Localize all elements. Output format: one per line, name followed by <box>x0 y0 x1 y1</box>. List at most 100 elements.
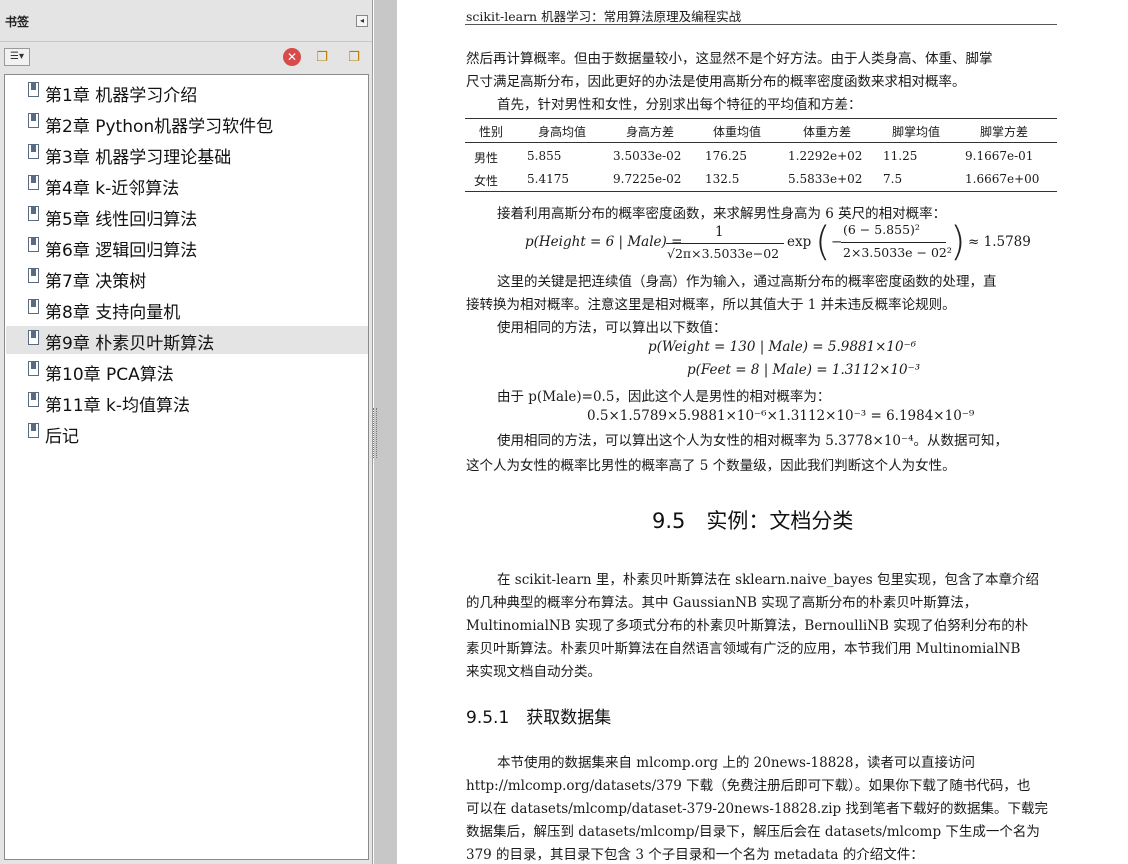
formula-weight: p(Weight = 130 | Male) = 5.9881×10⁻⁶ <box>648 339 917 355</box>
table-cell: 9.1667e-01 <box>965 149 1034 163</box>
bookmark-icon <box>28 113 39 128</box>
bookmark-label: 后记 <box>45 427 79 447</box>
bookmark-item[interactable]: 第5章 线性回归算法 <box>6 202 368 230</box>
bookmark-icon <box>28 361 39 376</box>
paragraph-line: 由于 p(Male)=0.5，因此这个人是男性的相对概率为： <box>497 389 831 405</box>
table-cell: 男性 <box>474 151 499 165</box>
formula-lhs: p(Height = 6 | Male) = <box>525 234 683 250</box>
bookmark-item[interactable]: 第7章 决策树 <box>6 264 368 292</box>
bookmark-label: 第11章 k-均值算法 <box>45 396 191 416</box>
paragraph-line: 接着利用高斯分布的概率密度函数，来求解男性身高为 6 英尺的相对概率： <box>497 206 947 222</box>
section-heading: 9.5 实例：文档分类 <box>652 509 854 533</box>
table-cell: 132.5 <box>705 172 740 186</box>
paragraph-line: MultinomialNB 实现了多项式分布的朴素贝叶斯算法，Bernoulli… <box>466 618 1029 634</box>
table-cell: 9.7225e-02 <box>613 172 682 186</box>
bookmark-icon <box>28 175 39 190</box>
formula-inner-numerator: (6 − 5.855)² <box>843 222 920 237</box>
collapse-panel-button[interactable]: ◂ <box>356 15 368 27</box>
bookmark-icon <box>28 268 39 283</box>
bookmark-item[interactable]: 第2章 Python机器学习软件包 <box>6 109 368 137</box>
table-cell: 5.855 <box>527 149 562 163</box>
bookmark-item[interactable]: 第3章 机器学习理论基础 <box>6 140 368 168</box>
paragraph-line: 的几种典型的概率分布算法。其中 GaussianNB 实现了高斯分布的朴素贝叶斯… <box>466 595 978 611</box>
new-bookmark-icon[interactable]: ❐ <box>312 48 332 68</box>
formula-exp: exp <box>787 234 812 250</box>
paragraph-line: 然后再计算概率。但由于数据量较小，这显然不是个好方法。由于人类身高、体重、脚掌 <box>466 51 993 67</box>
fraction-bar <box>841 242 946 243</box>
table-header: 身高方差 <box>626 125 675 139</box>
subsection-heading: 9.5.1 获取数据集 <box>466 708 612 728</box>
splitter[interactable] <box>374 0 397 864</box>
bookmark-icon <box>28 330 39 345</box>
bookmark-icon <box>28 206 39 221</box>
bookmark-item[interactable]: 第10章 PCA算法 <box>6 357 368 385</box>
table-header: 脚掌均值 <box>892 125 941 139</box>
table-rule <box>465 191 1057 192</box>
paragraph-line: 这里的关键是把连续值（身高）作为输入，通过高斯分布的概率密度函数的处理，直 <box>497 274 997 290</box>
table-cell: 7.5 <box>883 172 903 186</box>
paragraph-line: 可以在 datasets/mlcomp/dataset-379-20news-1… <box>466 801 1048 817</box>
bookmarks-title: 书签 <box>5 15 30 29</box>
table-header: 脚掌方差 <box>980 125 1029 139</box>
delete-bookmark-icon[interactable]: ✕ <box>283 48 301 66</box>
splitter-grip-icon[interactable] <box>373 408 377 458</box>
paragraph-line: 素贝叶斯算法。朴素贝叶斯算法在自然语言领域有广泛的应用，本节我们用 Multin… <box>466 641 1021 657</box>
bookmark-item[interactable]: 第8章 支持向量机 <box>6 295 368 323</box>
bookmark-label: 第1章 机器学习介绍 <box>45 86 198 106</box>
running-head: scikit-learn 机器学习：常用算法原理及编程实战 <box>466 9 742 24</box>
formula-denominator: √2π×3.5033e−02 <box>667 246 780 261</box>
bookmark-icon <box>28 423 39 438</box>
bookmark-icon <box>28 144 39 159</box>
left-paren: ( <box>815 219 831 265</box>
bookmark-label: 第2章 Python机器学习软件包 <box>45 117 274 137</box>
paragraph-line: 在 scikit-learn 里，朴素贝叶斯算法在 sklearn.naive_… <box>497 572 1040 588</box>
bookmarks-panel: 书签 ◂ ☰▾ ✕ ❐ ❐ 第1章 机器学习介绍 第2章 Python机器学习软… <box>0 0 373 864</box>
bookmark-item[interactable]: 后记 <box>6 419 368 447</box>
table-cell: 176.25 <box>705 149 747 163</box>
paragraph-line: 使用相同的方法，可以算出以下数值： <box>497 320 727 336</box>
bookmark-item[interactable]: 第6章 逻辑回归算法 <box>6 233 368 261</box>
bookmark-label: 第7章 决策树 <box>45 272 147 292</box>
table-cell: 5.4175 <box>527 172 569 186</box>
bookmark-icon <box>28 82 39 97</box>
options-menu-button[interactable]: ☰▾ <box>4 48 30 66</box>
bookmark-label: 第3章 机器学习理论基础 <box>45 148 232 168</box>
table-cell: 11.25 <box>883 149 918 163</box>
table-header: 性别 <box>479 125 504 139</box>
table-header: 身高均值 <box>538 125 587 139</box>
bookmarks-toolbar: ☰▾ ✕ ❐ ❐ <box>0 44 372 72</box>
bookmark-icon <box>28 299 39 314</box>
formula-feet: p(Feet = 8 | Male) = 1.3112×10⁻³ <box>687 362 921 378</box>
formula-numerator: 1 <box>715 224 724 240</box>
paragraph-line: 首先，针对男性和女性，分别求出每个特征的平均值和方差： <box>497 97 862 113</box>
table-header: 体重均值 <box>713 125 762 139</box>
right-paren: ) <box>950 219 966 265</box>
formula-product: 0.5×1.5789×5.9881×10⁻⁶×1.3112×10⁻³ = 6.1… <box>587 408 975 424</box>
bookmark-label: 第4章 k-近邻算法 <box>45 179 180 199</box>
bookmark-item[interactable]: 第11章 k-均值算法 <box>6 388 368 416</box>
paragraph-line: 接转换为相对概率。注意这里是相对概率，所以其值大于 1 并未违反概率论规则。 <box>466 297 956 313</box>
bookmark-item[interactable]: 第1章 机器学习介绍 <box>6 78 368 106</box>
bookmark-item[interactable]: 第4章 k-近邻算法 <box>6 171 368 199</box>
bookmark-label: 第6章 逻辑回归算法 <box>45 241 198 261</box>
table-cell: 女性 <box>474 174 499 188</box>
table-header: 体重方差 <box>803 125 852 139</box>
table-rule <box>465 118 1057 119</box>
bookmark-item-selected[interactable]: 第9章 朴素贝叶斯算法 <box>6 326 368 354</box>
document-page: scikit-learn 机器学习：常用算法原理及编程实战 然后再计算概率。但由… <box>397 0 1128 864</box>
bookmark-label: 第5章 线性回归算法 <box>45 210 198 230</box>
paragraph-line: 这个人为女性的概率比男性的概率高了 5 个数量级，因此我们判断这个人为女性。 <box>466 458 956 474</box>
bookmark-icon <box>28 237 39 252</box>
paragraph-line: http://mlcomp.org/datasets/379 下载（免费注册后即… <box>466 778 1031 794</box>
table-cell: 1.2292e+02 <box>788 149 863 163</box>
expand-bookmark-icon[interactable]: ❐ <box>344 48 364 68</box>
bookmark-label: 第8章 支持向量机 <box>45 303 181 323</box>
formula-result: ≈ 1.5789 <box>968 234 1031 250</box>
table-cell: 1.6667e+00 <box>965 172 1040 186</box>
table-rule <box>465 142 1057 143</box>
fraction-bar <box>666 243 784 244</box>
paragraph-line: 来实现文档自动分类。 <box>466 664 601 680</box>
paragraph-line: 使用相同的方法，可以算出这个人为女性的相对概率为 5.3778×10⁻⁴。从数据… <box>497 433 1009 449</box>
formula-inner-denominator: 2×3.5033e − 02² <box>843 245 952 260</box>
bookmark-icon <box>28 392 39 407</box>
